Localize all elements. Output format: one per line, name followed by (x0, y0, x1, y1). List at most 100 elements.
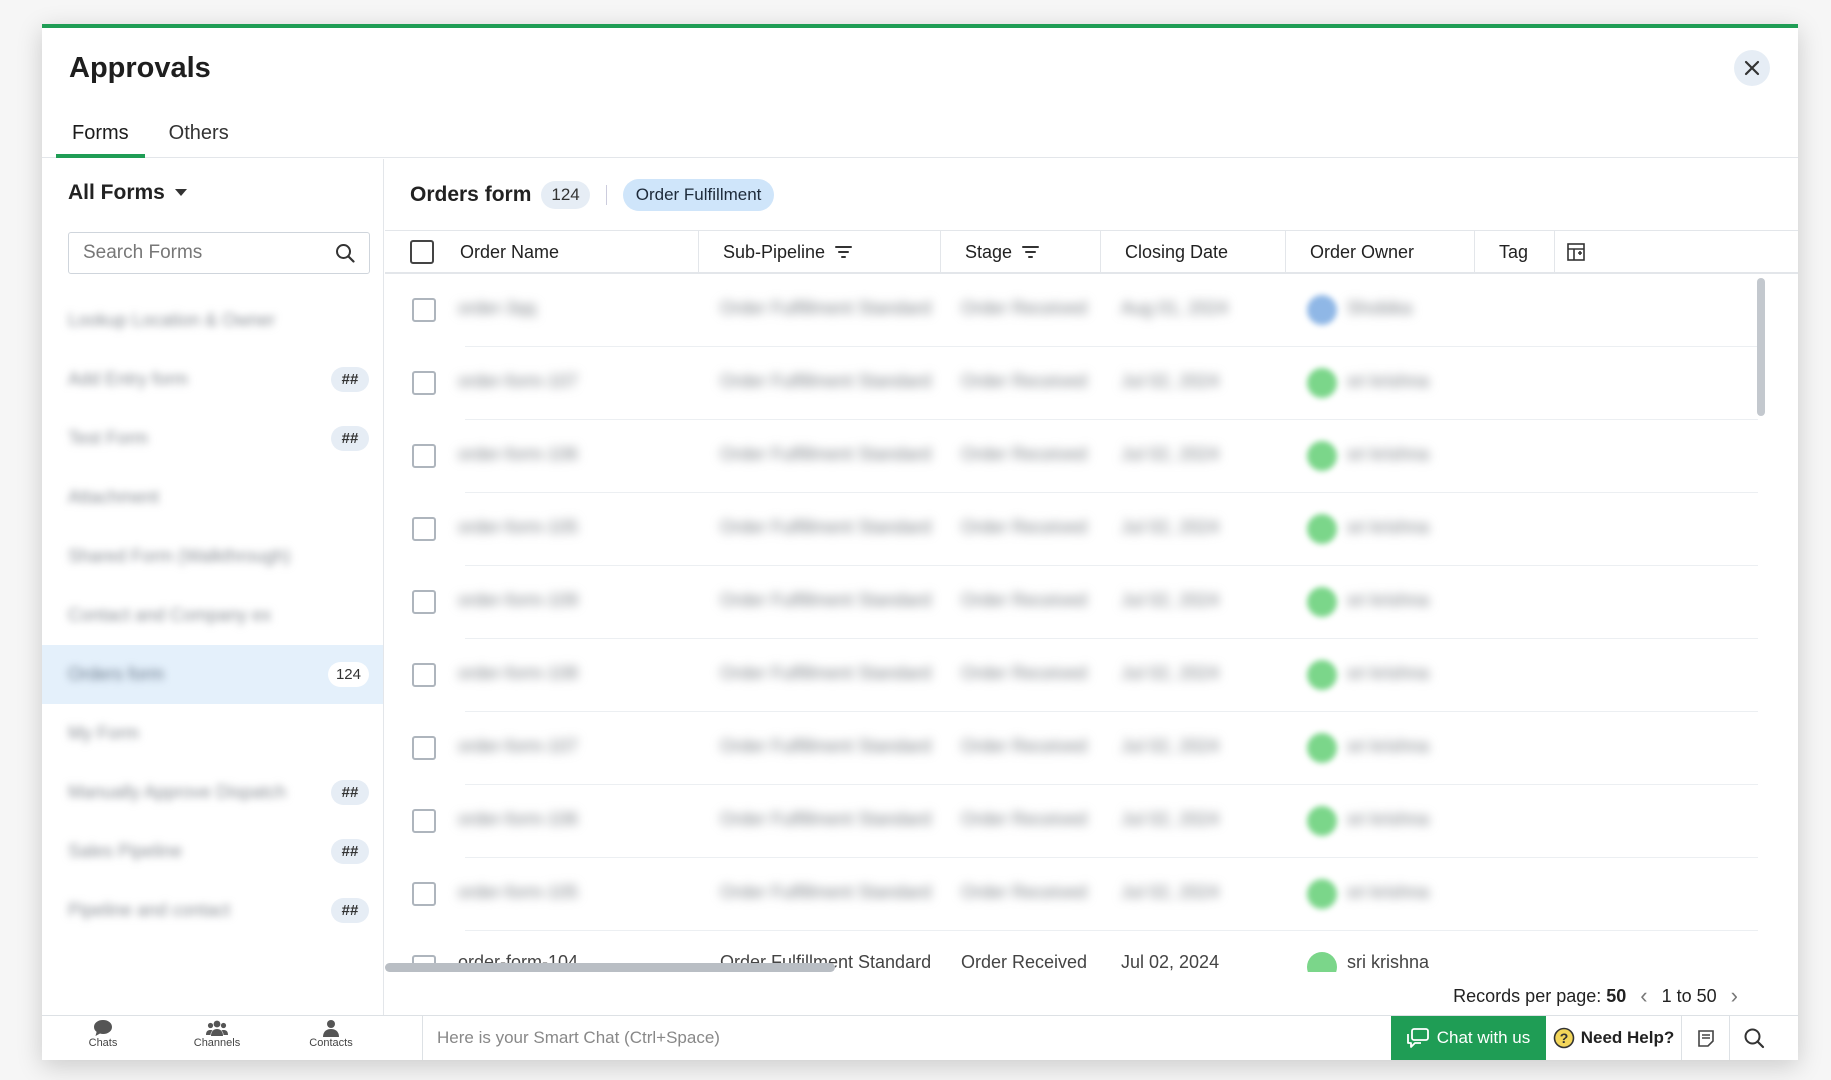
owner-name-cell: sri krishna (1347, 809, 1430, 829)
row-checkbox[interactable] (412, 444, 436, 468)
contacts-button[interactable]: Contacts (286, 1019, 376, 1049)
search-forms-input[interactable] (83, 242, 335, 264)
form-count-badge: ## (331, 780, 369, 805)
table-row[interactable]: order-form-107 Order Fulfillment Standard… (385, 347, 1798, 420)
owner-name-cell: sri krishna (1347, 590, 1430, 610)
stage-cell: Order Received (961, 517, 1088, 537)
row-checkbox[interactable] (412, 517, 436, 541)
closing-date-cell: Jul 02, 2024 (1121, 952, 1220, 972)
row-checkbox[interactable] (412, 298, 436, 322)
stage-cell: Order Received (961, 444, 1088, 464)
table-body: order-3qq Order Fulfillment Standard Order… (385, 274, 1798, 972)
col-sub-pipeline[interactable]: Sub-Pipeline (699, 231, 941, 273)
search-icon[interactable] (335, 243, 355, 263)
col-label: Sub-Pipeline (723, 241, 826, 262)
col-label: Order Name (460, 241, 560, 262)
form-list-item[interactable]: Add Entry form ## (42, 350, 383, 409)
form-count-badge: ## (331, 367, 369, 392)
form-list-item[interactable]: Pipeline and contact ## (42, 881, 383, 940)
table-row[interactable]: order-3qq Order Fulfillment Standard Order… (385, 274, 1798, 347)
stage-cell: Order Received (961, 882, 1088, 902)
chat-with-us-button[interactable]: Chat with us (1391, 1016, 1546, 1060)
form-list-item[interactable]: Shared Form (Walkthrough) (42, 527, 383, 586)
col-label: Stage (965, 241, 1013, 262)
filter-icon[interactable] (835, 245, 853, 259)
order-name-cell[interactable]: order-form-109 (458, 590, 578, 611)
tab-others[interactable]: Others (153, 114, 245, 158)
main-panel: Orders form 124 Order Fulfillment Order … (385, 159, 1798, 1019)
form-list-item[interactable]: Contact and Company ex (42, 586, 383, 645)
order-name-cell[interactable]: order-form-107 (458, 736, 578, 757)
form-list-item[interactable]: Manually Approve Dispatch ## (42, 763, 383, 822)
col-closing-date[interactable]: Closing Date (1101, 231, 1286, 273)
select-all-checkbox[interactable] (410, 240, 434, 264)
row-checkbox[interactable] (412, 736, 436, 760)
stage-cell: Order Received (961, 809, 1088, 829)
next-page-icon[interactable]: › (1731, 983, 1738, 1009)
form-name: Sales Pipeline (68, 841, 183, 861)
column-settings-icon[interactable] (1567, 243, 1585, 266)
channels-button[interactable]: Channels (172, 1019, 262, 1049)
form-list-item[interactable]: Test Form ## (42, 409, 383, 468)
bottom-bar: Chats Channels Contacts Here is your Sma… (42, 1015, 1798, 1060)
all-forms-dropdown[interactable]: All Forms (68, 181, 187, 205)
form-list-item[interactable]: Lookup Location & Owner (42, 291, 383, 350)
row-checkbox[interactable] (412, 371, 436, 395)
chats-button[interactable]: Chats (58, 1019, 148, 1049)
form-count-badge: 124 (327, 662, 369, 687)
table-row[interactable]: order-form-109 Order Fulfillment Standard… (385, 566, 1798, 639)
avatar (1307, 295, 1337, 325)
row-checkbox[interactable] (412, 590, 436, 614)
table-row[interactable]: order-form-106 Order Fulfillment Standard… (385, 785, 1798, 858)
form-list-item[interactable]: Orders form 124 (42, 645, 383, 704)
smart-chat-input[interactable]: Here is your Smart Chat (Ctrl+Space) (422, 1016, 1392, 1060)
vertical-scrollbar[interactable] (1757, 278, 1765, 416)
form-list-item[interactable]: My Form (42, 704, 383, 763)
tab-forms[interactable]: Forms (56, 114, 145, 158)
order-name-cell[interactable]: order-form-107 (458, 371, 578, 392)
need-help-button[interactable]: ? Need Help? (1546, 1016, 1682, 1060)
col-order-name[interactable]: Order Name (385, 231, 699, 273)
row-checkbox[interactable] (412, 882, 436, 906)
form-name: Pipeline and contact (68, 900, 231, 920)
notes-button[interactable] (1682, 1016, 1730, 1060)
form-name: Shared Form (Walkthrough) (68, 546, 291, 566)
table-row[interactable]: order-form-107 Order Fulfillment Standard… (385, 712, 1798, 785)
form-name: Manually Approve Dispatch (68, 782, 287, 802)
closing-date-cell: Jul 02, 2024 (1121, 809, 1220, 829)
table-row[interactable]: order-form-105 Order Fulfillment Standard… (385, 493, 1798, 566)
stage-cell: Order Received (961, 663, 1088, 683)
col-tag[interactable]: Tag (1475, 231, 1555, 273)
caret-down-icon (174, 189, 187, 196)
all-forms-label: All Forms (68, 181, 165, 204)
form-list-item[interactable]: Sales Pipeline ## (42, 822, 383, 881)
chat-with-us-label: Chat with us (1436, 1028, 1531, 1047)
page-title: Approvals (69, 52, 211, 84)
form-list-item[interactable]: Attachment (42, 468, 383, 527)
col-order-owner[interactable]: Order Owner (1286, 231, 1475, 273)
global-search-button[interactable] (1730, 1016, 1778, 1060)
order-name-cell[interactable]: order-form-105 (458, 517, 578, 538)
filter-icon[interactable] (1022, 245, 1040, 259)
row-checkbox[interactable] (412, 663, 436, 687)
order-name-cell[interactable]: order-form-105 (458, 882, 578, 903)
form-count-badge: ## (331, 426, 369, 451)
records-per-page-value[interactable]: 50 (1606, 986, 1626, 1006)
row-checkbox[interactable] (412, 809, 436, 833)
order-name-cell[interactable]: order-3qq (458, 298, 536, 319)
horizontal-scrollbar[interactable] (385, 963, 835, 972)
sub-pipeline-cell: Order Fulfillment Standard (720, 736, 932, 756)
sub-pipeline-cell: Order Fulfillment Standard (720, 809, 932, 829)
col-stage[interactable]: Stage (941, 231, 1101, 273)
pipeline-filter-pill[interactable]: Order Fulfillment (622, 178, 775, 211)
order-name-cell[interactable]: order-form-106 (458, 809, 578, 830)
contacts-label: Contacts (309, 1037, 353, 1049)
table-row[interactable]: order-form-108 Order Fulfillment Standard… (385, 639, 1798, 712)
table-row[interactable]: order-form-106 Order Fulfillment Standard… (385, 420, 1798, 493)
close-button[interactable] (1734, 50, 1770, 86)
order-name-cell[interactable]: order-form-108 (458, 663, 578, 684)
form-count-badge: ## (331, 898, 369, 923)
table-row[interactable]: order-form-105 Order Fulfillment Standard… (385, 858, 1798, 931)
prev-page-icon[interactable]: ‹ (1640, 983, 1647, 1009)
order-name-cell[interactable]: order-form-106 (458, 444, 578, 465)
